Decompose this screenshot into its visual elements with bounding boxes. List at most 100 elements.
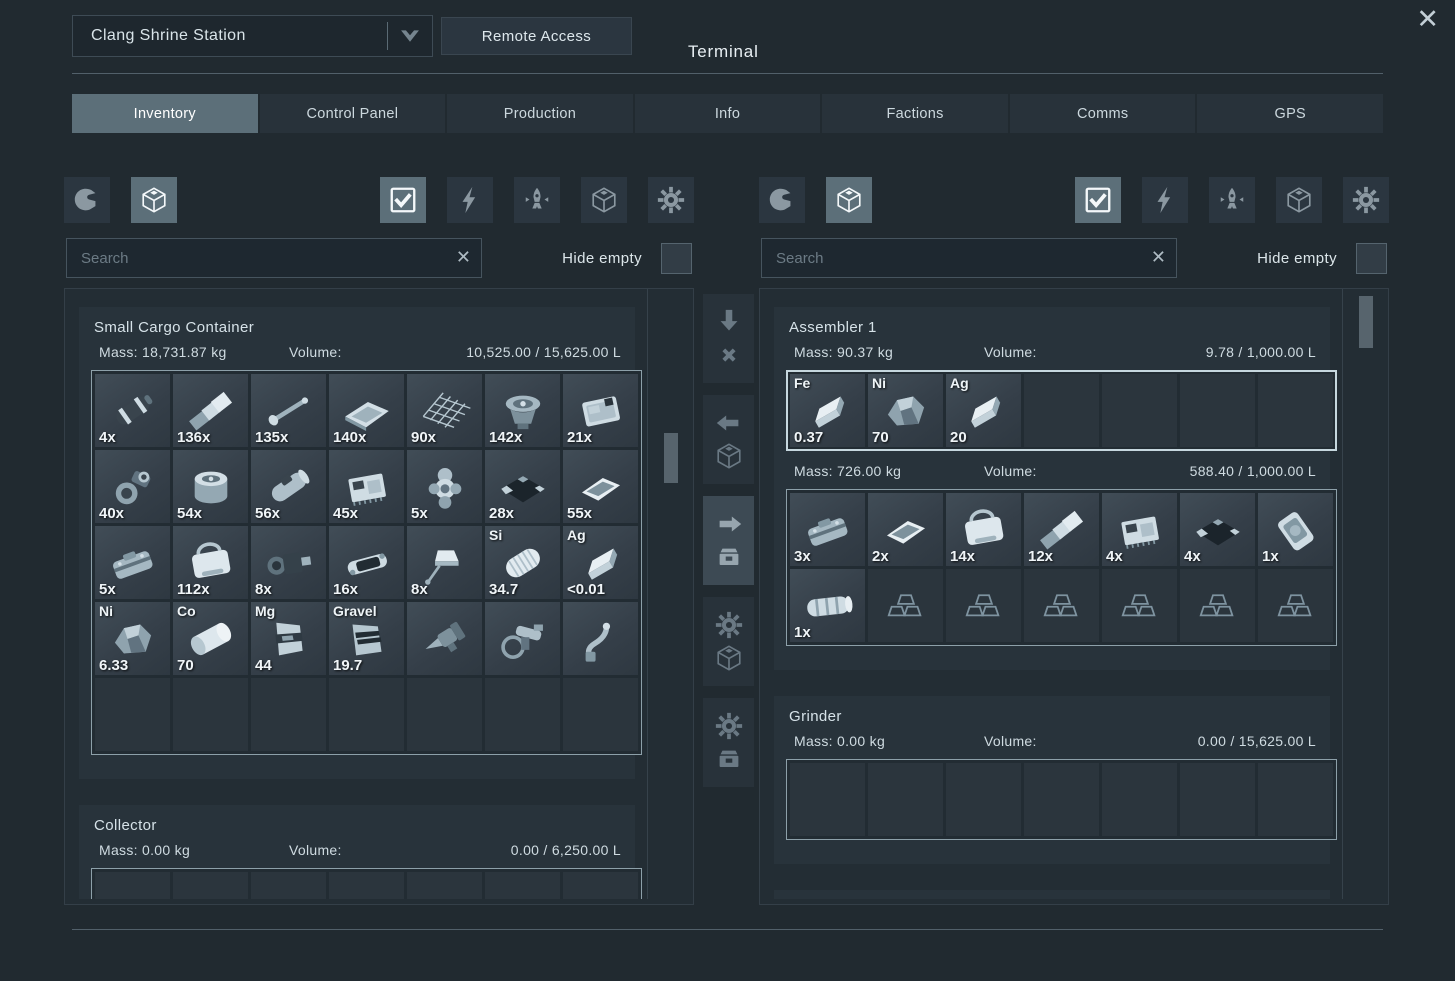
inventory-item[interactable]: Ag20 bbox=[946, 374, 1021, 447]
inventory-item[interactable]: 142x bbox=[485, 374, 560, 447]
inventory-item[interactable]: 4x bbox=[1102, 493, 1177, 566]
transfer-to-right-button[interactable] bbox=[703, 496, 754, 585]
inventory-slot-empty[interactable] bbox=[563, 872, 638, 899]
inventory-slot-empty[interactable] bbox=[1258, 374, 1333, 447]
inventory-item[interactable]: 3x bbox=[790, 493, 865, 566]
inventory-item[interactable]: Fe0.37 bbox=[790, 374, 865, 447]
inventory-slot-empty[interactable] bbox=[1180, 374, 1255, 447]
gear-filter-button[interactable] bbox=[648, 177, 694, 223]
search-input[interactable] bbox=[762, 239, 1176, 277]
rocket-filter-button[interactable] bbox=[1209, 177, 1255, 223]
tab-info[interactable]: Info bbox=[635, 94, 821, 133]
auto-transfer-container-button[interactable] bbox=[703, 698, 754, 787]
inventory-slot-empty[interactable] bbox=[173, 678, 248, 751]
inventory-slot-empty[interactable] bbox=[173, 872, 248, 899]
inventory-slot-empty[interactable] bbox=[1102, 763, 1177, 836]
drop-item-button[interactable] bbox=[703, 294, 754, 383]
inventory-slot-empty[interactable] bbox=[485, 678, 560, 751]
inventory-item[interactable] bbox=[1258, 569, 1333, 642]
inventory-item[interactable] bbox=[563, 602, 638, 675]
inventory-item[interactable] bbox=[485, 602, 560, 675]
inventory-item[interactable]: 45x bbox=[329, 450, 404, 523]
tab-comms[interactable]: Comms bbox=[1010, 94, 1196, 133]
inventory-item[interactable]: Mg44 bbox=[251, 602, 326, 675]
inventory-item[interactable]: Ag<0.01 bbox=[563, 526, 638, 599]
bolt-filter-button[interactable] bbox=[1142, 177, 1188, 223]
scrollbar[interactable] bbox=[1358, 293, 1374, 900]
inventory-slot-empty[interactable] bbox=[790, 763, 865, 836]
tab-control-panel[interactable]: Control Panel bbox=[260, 94, 446, 133]
inventory-item[interactable]: 8x bbox=[251, 526, 326, 599]
scrollbar-thumb[interactable] bbox=[1359, 296, 1373, 348]
inventory-item[interactable]: Ni6.33 bbox=[95, 602, 170, 675]
search-field[interactable]: ✕ bbox=[66, 238, 482, 278]
inventory-slot-empty[interactable] bbox=[946, 763, 1021, 836]
inventory-item[interactable]: Si34.7 bbox=[485, 526, 560, 599]
inventory-slot-empty[interactable] bbox=[407, 872, 482, 899]
inventory-item[interactable]: 14x bbox=[946, 493, 1021, 566]
transfer-to-left-button[interactable] bbox=[703, 395, 754, 484]
hide-empty-checkbox[interactable] bbox=[661, 243, 692, 274]
rocket-filter-button[interactable] bbox=[514, 177, 560, 223]
auto-transfer-cube-button[interactable] bbox=[703, 597, 754, 686]
inventory-item[interactable]: Ni70 bbox=[868, 374, 943, 447]
inventory-slot-empty[interactable] bbox=[1180, 763, 1255, 836]
inventory-item[interactable]: 4x bbox=[1180, 493, 1255, 566]
inventory-slot-empty[interactable] bbox=[329, 872, 404, 899]
bolt-filter-button[interactable] bbox=[447, 177, 493, 223]
checkbox-filter-button[interactable] bbox=[1075, 177, 1121, 223]
inventory-item[interactable] bbox=[946, 569, 1021, 642]
inventory-slot-empty[interactable] bbox=[1102, 374, 1177, 447]
scrollbar[interactable] bbox=[663, 293, 679, 900]
inventory-slot-empty[interactable] bbox=[251, 678, 326, 751]
inventory-slot-empty[interactable] bbox=[95, 678, 170, 751]
search-field[interactable]: ✕ bbox=[761, 238, 1177, 278]
inventory-item[interactable] bbox=[1024, 569, 1099, 642]
helmet-filter-button[interactable] bbox=[64, 177, 110, 223]
cube-filter-button[interactable] bbox=[131, 177, 177, 223]
inventory-item[interactable]: 2x bbox=[868, 493, 943, 566]
clear-search-icon[interactable]: ✕ bbox=[456, 247, 471, 268]
tab-factions[interactable]: Factions bbox=[822, 94, 1008, 133]
inventory-slot-empty[interactable] bbox=[1258, 763, 1333, 836]
clear-search-icon[interactable]: ✕ bbox=[1151, 247, 1166, 268]
inventory-slot-empty[interactable] bbox=[407, 678, 482, 751]
scrollbar-thumb[interactable] bbox=[664, 433, 678, 483]
inventory-slot-empty[interactable] bbox=[251, 872, 326, 899]
checkbox-filter-button[interactable] bbox=[380, 177, 426, 223]
inventory-item[interactable]: 56x bbox=[251, 450, 326, 523]
cube-filter-button[interactable] bbox=[826, 177, 872, 223]
inventory-slot-empty[interactable] bbox=[1024, 374, 1099, 447]
tab-gps[interactable]: GPS bbox=[1197, 94, 1383, 133]
inventory-item[interactable]: Gravel19.7 bbox=[329, 602, 404, 675]
tab-inventory[interactable]: Inventory bbox=[72, 94, 258, 133]
gear-filter-button[interactable] bbox=[1343, 177, 1389, 223]
inventory-item[interactable]: 1x bbox=[1258, 493, 1333, 566]
search-input[interactable] bbox=[67, 239, 481, 277]
inventory-slot-empty[interactable] bbox=[868, 763, 943, 836]
block-selector-dropdown[interactable]: Clang Shrine Station bbox=[72, 15, 433, 57]
inventory-slot-empty[interactable] bbox=[563, 678, 638, 751]
inventory-slot-empty[interactable] bbox=[329, 678, 404, 751]
cube-filter-button[interactable] bbox=[1276, 177, 1322, 223]
inventory-item[interactable]: 1x bbox=[790, 569, 865, 642]
inventory-item[interactable]: 135x bbox=[251, 374, 326, 447]
inventory-item[interactable]: 140x bbox=[329, 374, 404, 447]
helmet-filter-button[interactable] bbox=[759, 177, 805, 223]
inventory-slot-empty[interactable] bbox=[485, 872, 560, 899]
inventory-slot-empty[interactable] bbox=[1024, 763, 1099, 836]
inventory-item[interactable] bbox=[407, 602, 482, 675]
inventory-item[interactable] bbox=[868, 569, 943, 642]
inventory-item[interactable]: 5x bbox=[407, 450, 482, 523]
inventory-item[interactable]: Co70 bbox=[173, 602, 248, 675]
remote-access-button[interactable]: Remote Access bbox=[441, 17, 632, 55]
inventory-slot-empty[interactable] bbox=[95, 872, 170, 899]
inventory-item[interactable]: 16x bbox=[329, 526, 404, 599]
inventory-item[interactable]: 12x bbox=[1024, 493, 1099, 566]
inventory-item[interactable]: 21x bbox=[563, 374, 638, 447]
inventory-item[interactable]: 55x bbox=[563, 450, 638, 523]
inventory-item[interactable]: 54x bbox=[173, 450, 248, 523]
hide-empty-checkbox[interactable] bbox=[1356, 243, 1387, 274]
inventory-item[interactable]: 4x bbox=[95, 374, 170, 447]
inventory-item[interactable]: 40x bbox=[95, 450, 170, 523]
